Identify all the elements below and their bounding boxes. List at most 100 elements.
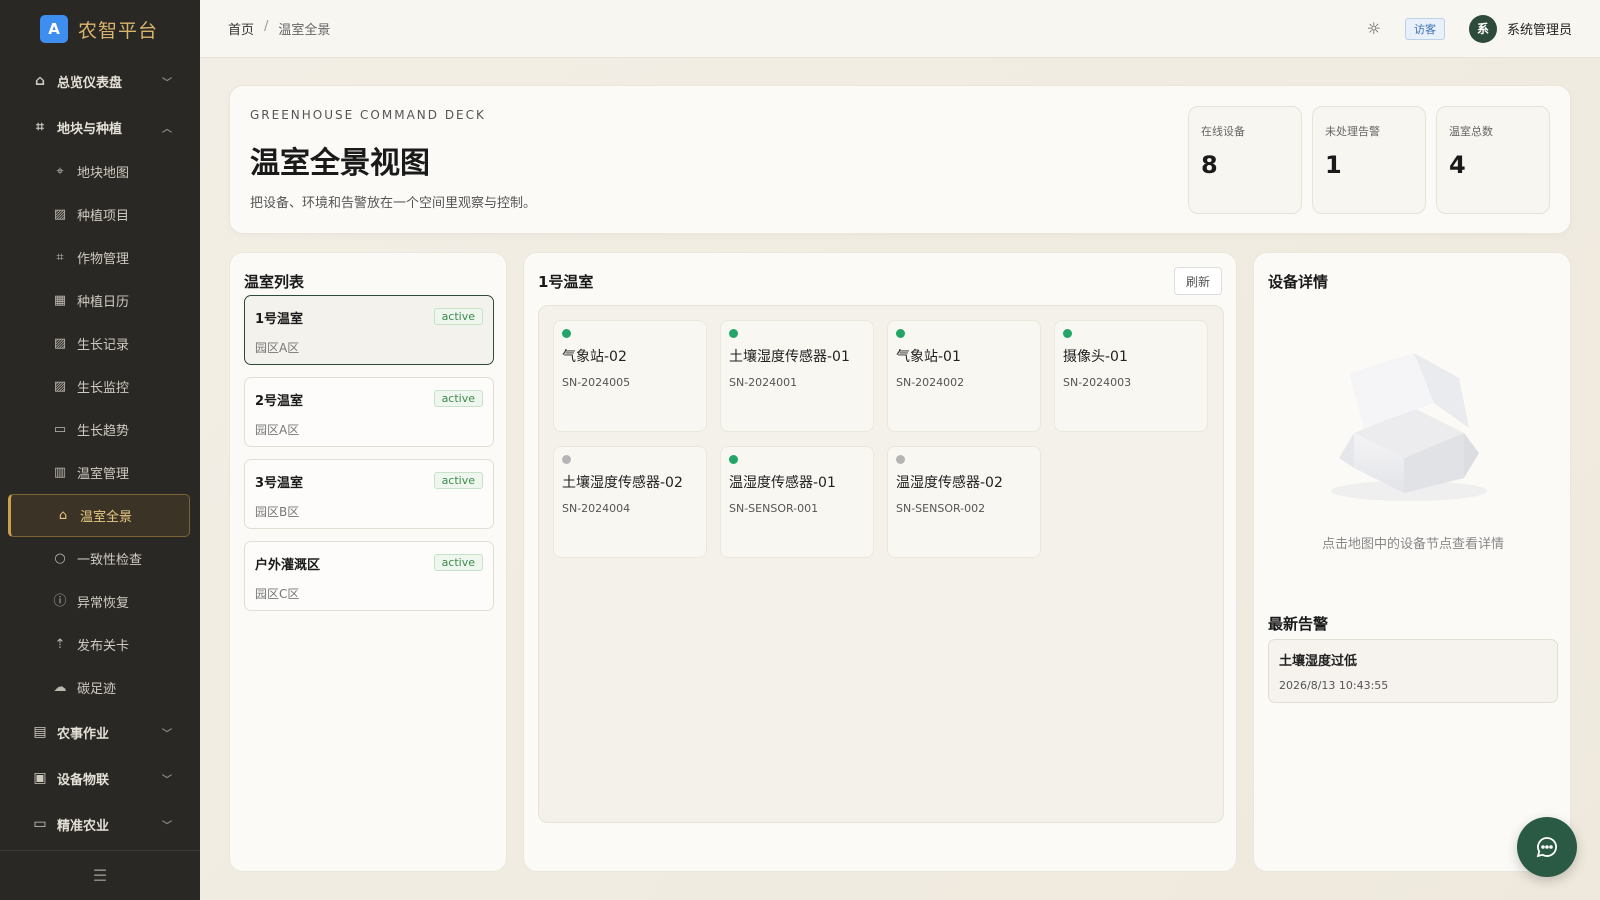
sidebar-item-label: 生长趋势 (77, 424, 130, 439)
device-node[interactable]: 气象站-02 SN-2024005 (553, 320, 707, 432)
sidebar-item-7[interactable]: ▨ 生长监控 (0, 365, 200, 408)
sidebar-item-label: 温室全景 (80, 510, 133, 525)
stat-value: 4 (1449, 151, 1466, 179)
device-sn: SN-SENSOR-002 (896, 502, 986, 515)
breadcrumb-home[interactable]: 首页 (228, 19, 254, 38)
sidebar-item-12[interactable]: ⓘ 异常恢复 (0, 580, 200, 623)
presentation-icon: ▭ (33, 816, 47, 832)
avatar: 系 (1468, 14, 1497, 43)
device-sn: SN-2024003 (1063, 376, 1132, 389)
upload-icon: ⇡ (54, 636, 66, 652)
sidebar-item-11[interactable]: ○ 一致性检查 (0, 537, 200, 580)
sidebar-group-15[interactable]: ▤ 农事作业 ﹀ (0, 709, 200, 755)
device-node[interactable]: 摄像头-01 SN-2024003 (1054, 320, 1208, 432)
sidebar-item-label: 设备物联 (57, 772, 110, 788)
building-icon: ▥ (53, 464, 67, 480)
device-node[interactable]: 土壤湿度传感器-02 SN-2024004 (553, 446, 707, 558)
sidebar-group-16[interactable]: ▣ 设备物联 ﹀ (0, 755, 200, 801)
theme-toggle-sun-icon[interactable]: ☼ (1367, 19, 1381, 38)
brand[interactable]: A 农智平台 (0, 0, 200, 58)
status-online-dot (729, 455, 738, 464)
header-actions: ☼ 访客 系 系统管理员 (1367, 14, 1572, 43)
alert-item[interactable]: 土壤湿度过低 2026/8/13 10:43:55 (1268, 639, 1558, 703)
stat-label: 在线设备 (1201, 125, 1245, 138)
sidebar-item-4[interactable]: ⌗ 作物管理 (0, 236, 200, 279)
device-node[interactable]: 土壤湿度传感器-01 SN-2024001 (720, 320, 874, 432)
device-name: 土壤湿度传感器-02 (562, 475, 683, 491)
sidebar-item-label: 发布关卡 (77, 639, 130, 654)
sidebar-item-8[interactable]: ▭ 生长趋势 (0, 408, 200, 451)
device-node[interactable]: 温湿度传感器-01 SN-SENSOR-001 (720, 446, 874, 558)
sidebar-item-3[interactable]: ▨ 种植项目 (0, 193, 200, 236)
sidebar-item-label: 作物管理 (77, 252, 130, 267)
hero-card: GREENHOUSE COMMAND DECK 温室全景视图 把设备、环境和告警… (229, 85, 1571, 234)
chart-icon: ▨ (53, 335, 67, 351)
map-pin-icon: ⌖ (56, 163, 64, 179)
chevron-up-icon: ︿ (162, 123, 172, 135)
sidebar-group-0[interactable]: ⌂ 总览仪表盘 ﹀ (0, 58, 200, 104)
chevron-down-icon: ﹀ (162, 728, 172, 740)
sidebar-group-1[interactable]: ⌗ 地块与种植 ︿ (0, 104, 200, 150)
sidebar-item-13[interactable]: ⇡ 发布关卡 (0, 623, 200, 666)
status-badge: active (433, 308, 483, 325)
greenhouse-area: 园区C区 (255, 587, 300, 601)
stat-value: 8 (1201, 151, 1218, 179)
alert-name: 土壤湿度过低 (1279, 654, 1358, 669)
sidebar-item-2[interactable]: ⌖ 地块地图 (0, 150, 200, 193)
device-sn: SN-2024001 (729, 376, 798, 389)
sidebar-item-14[interactable]: ☁ 碳足迹 (0, 666, 200, 709)
device-node[interactable]: 气象站-01 SN-2024002 (887, 320, 1041, 432)
sidebar-item-9[interactable]: ▥ 温室管理 (0, 451, 200, 494)
page-subtitle: 把设备、环境和告警放在一个空间里观察与控制。 (250, 196, 537, 211)
chevron-down-icon: ﹀ (162, 820, 172, 832)
user-menu[interactable]: 系 系统管理员 (1468, 14, 1572, 43)
alert-time: 2026/8/13 10:43:55 (1279, 679, 1389, 692)
sidebar-item-label: 碳足迹 (77, 682, 117, 697)
cloud-icon: ☁ (53, 679, 67, 695)
sidebar-item-label: 地块与种植 (57, 121, 123, 137)
greenhouse-item[interactable]: 户外灌溉区 园区C区 active (244, 541, 494, 611)
status-online-dot (1063, 329, 1072, 338)
device-node[interactable]: 温湿度传感器-02 SN-SENSOR-002 (887, 446, 1041, 558)
presentation-icon: ▭ (53, 421, 67, 437)
status-offline-dot (562, 455, 571, 464)
status-offline-dot (896, 455, 905, 464)
sidebar-item-label: 生长记录 (77, 338, 130, 353)
status-online-dot (729, 329, 738, 338)
greenhouse-area: 园区A区 (255, 423, 300, 437)
chat-bubble-icon (1536, 837, 1557, 858)
sidebar-group-17[interactable]: ▭ 精准农业 ﹀ (0, 801, 200, 847)
alert-circle-icon: ⓘ (53, 593, 67, 609)
chat-button[interactable] (1517, 817, 1577, 877)
refresh-button[interactable]: 刷新 (1174, 267, 1222, 295)
device-map-panel: 1号温室 刷新 气象站-02 SN-2024005 土壤湿度传感器-01 SN-202… (523, 252, 1237, 872)
panel-title: 1号温室 (538, 273, 594, 291)
sidebar-item-10[interactable]: ⌂ 温室全景 (8, 494, 190, 537)
status-badge: active (433, 472, 483, 489)
breadcrumb-current: 温室全景 (278, 23, 331, 38)
sidebar-item-label: 地块地图 (77, 166, 130, 181)
greenhouse-item[interactable]: 2号温室 园区A区 active (244, 377, 494, 447)
guest-badge[interactable]: 访客 (1404, 17, 1445, 40)
status-online-dot (562, 329, 571, 338)
device-sn: SN-2024004 (562, 502, 631, 515)
user-name: 系统管理员 (1506, 23, 1572, 38)
greenhouse-list-panel: 温室列表 1号温室 园区A区 active 2号温室 园区A区 active 3号温室 园区B… (229, 252, 507, 872)
greenhouse-item[interactable]: 3号温室 园区B区 active (244, 459, 494, 529)
breadcrumb: 首页 / 温室全景 (228, 19, 330, 38)
alerts-title: 最新告警 (1268, 615, 1329, 633)
collapse-menu-icon[interactable]: ☰ (0, 850, 200, 900)
device-sn: SN-SENSOR-001 (729, 502, 819, 515)
brand-logo: A (40, 15, 68, 43)
top-header: 首页 / 温室全景 ☼ 访客 系 系统管理员 (200, 0, 1600, 58)
device-detail-panel: 设备详情 点击地图中的设备节点查看详情 最新告警 土壤湿度过低 2026/8/1… (1253, 252, 1571, 872)
page-title: 温室全景视图 (250, 146, 430, 181)
breadcrumb-separator: / (264, 19, 269, 34)
sidebar-item-5[interactable]: ▦ 种植日历 (0, 279, 200, 322)
sidebar-item-6[interactable]: ▨ 生长记录 (0, 322, 200, 365)
greenhouse-item[interactable]: 1号温室 园区A区 active (244, 295, 494, 365)
stat-greenhouse-total: 温室总数 4 (1436, 106, 1550, 214)
greenhouse-list: 1号温室 园区A区 active 2号温室 园区A区 active 3号温室 园区B区 acti… (244, 295, 494, 623)
crop-icon: ⌗ (36, 119, 44, 135)
empty-box-icon (1331, 353, 1487, 501)
